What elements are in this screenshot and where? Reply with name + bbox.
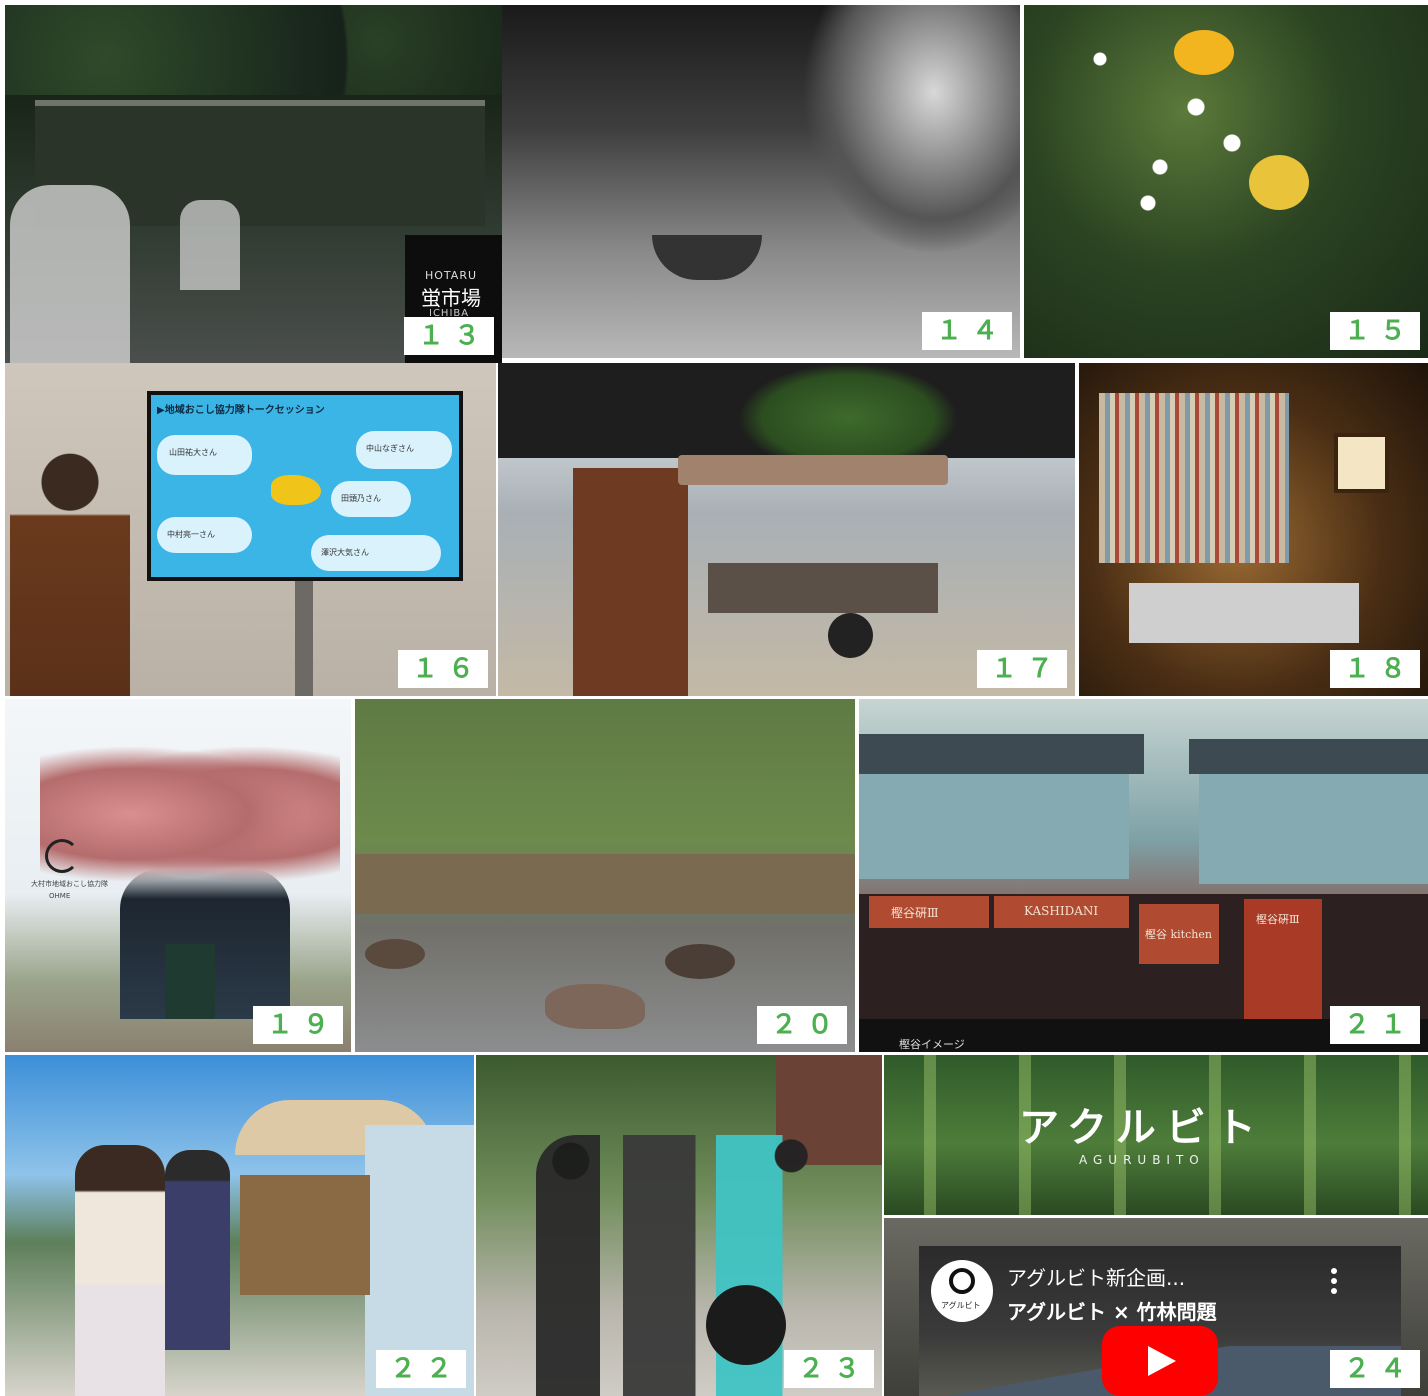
trees-shape [5,5,502,95]
logo-text: 大村市地域おこし協力隊 [31,880,108,888]
channel-label: アグルビト [941,1301,981,1310]
crew [536,1135,826,1396]
stone-wall [355,854,855,914]
wall-right [1199,774,1428,884]
photo-number: ２２ [375,1350,466,1388]
bubble-2: 中山なぎさん [356,431,452,469]
photo-number: １９ [252,1006,343,1044]
sign-2: KASHIDANI [994,896,1129,928]
photo-17-mobile-shop-truck: １７ [498,363,1075,696]
photo-14-bonsai-artisan: １４ [502,5,1020,358]
people-silhouettes-2 [180,200,240,290]
more-vertical-icon[interactable] [1331,1268,1337,1294]
photo-15-wildflowers: １５ [1024,5,1428,358]
tv-stand [295,581,313,696]
photo-18-book-cafe: １８ [1079,363,1428,696]
stall [240,1175,370,1295]
photo-22-filming-at-truck: ２２ [5,1055,474,1396]
sign-1: 樫谷硏Ⅲ [869,896,989,928]
photo-19-team-under-tree: 大村市地域おこし協力隊 OHME １９ [5,699,351,1052]
rock-3 [365,939,425,969]
banner-sub: AGURUBITO [1079,1153,1205,1167]
woman [75,1145,165,1396]
photo-23-film-crew: ２３ [476,1055,882,1396]
bubble-3: 田頭乃さん [331,481,411,517]
bookshelf [1099,393,1289,563]
person-shape [802,5,1020,255]
slide: ▶地域おこし協力隊トークセッション 山田祐大さん 中山なぎさん 田頭乃さん 中村… [151,395,459,577]
sign-3: 樫谷 kitchen [1139,904,1219,964]
video-card[interactable]: アグルビト アグルビト新企画... アグルビト × 竹林問題 [919,1246,1401,1396]
bubble-1: 山田祐大さん [157,435,252,475]
roof-left [859,734,1144,774]
daisies [1064,35,1304,275]
awning [678,455,948,485]
truck-bed [708,563,938,613]
caption-top: HOTARU [425,269,478,282]
table [1129,583,1359,643]
sign-4: 樫谷硏Ⅲ [1244,899,1322,1019]
photo-21-kashidani-rendering: 樫谷硏Ⅲ KASHIDANI 樫谷 kitchen 樫谷硏Ⅲ 樫谷イメージ ２１ [859,699,1428,1052]
caption: 樫谷イメージ [899,1038,965,1051]
photo-13-hotaru-ichiba: HOTARU 蛍市場 ICHIBA １３ [5,5,502,363]
photo-number: １５ [1329,312,1420,350]
photo-24-agurubito-banner: アクルビト AGURUBITO [884,1055,1428,1215]
chalkboard-sign [165,944,215,1019]
photo-number: １３ [403,317,494,355]
reflector-disc [706,1285,786,1365]
rock-2 [665,944,735,979]
photo-20-rock-garden: ２０ [355,699,855,1052]
rock-1 [545,984,645,1029]
photo-24-video-thumbnail: アグルビト アグルビト新企画... アグルビト × 竹林問題 ２４ [884,1218,1428,1396]
window [1334,433,1389,493]
truck-wheel [828,613,873,658]
play-icon[interactable] [1102,1326,1218,1396]
banner-title: アクルビト [1019,1105,1266,1151]
map-shape [271,475,321,505]
crescent-logo [45,839,79,873]
channel-avatar[interactable]: アグルビト [931,1260,993,1322]
speaker-person [10,453,130,696]
photo-number: １６ [397,650,488,688]
logo-sub: OHME [49,892,71,900]
photo-number: ２０ [756,1006,847,1044]
roof-right [1189,739,1428,774]
video-title: アグルビト新企画... [1007,1266,1186,1290]
channel-logo-mark [949,1268,975,1294]
wood-shelf [573,468,688,696]
photo-number: １８ [1329,650,1420,688]
photo-16-talk-session: ▶地域おこし協力隊トークセッション 山田祐大さん 中山なぎさん 田頭乃さん 中村… [5,363,496,696]
man [165,1150,230,1350]
bubble-5: 澤沢大気さん [311,535,441,571]
caption: 蛍市場 [421,286,481,310]
bubble-4: 中村亮一さん [157,517,252,553]
wall-left [859,774,1129,879]
slide-title: ▶地域おこし協力隊トークセッション [157,405,325,416]
bowl-shape [652,235,762,280]
photo-number: １７ [976,650,1067,688]
photo-number: １４ [921,312,1012,350]
tv-screen: ▶地域おこし協力隊トークセッション 山田祐大さん 中山なぎさん 田頭乃さん 中村… [147,391,463,581]
photo-number: ２４ [1329,1350,1420,1388]
photo-number: ２１ [1329,1006,1420,1044]
video-sub: アグルビト × 竹林問題 [1007,1300,1217,1324]
photo-number: ２３ [783,1350,874,1388]
people-silhouettes [10,185,130,363]
